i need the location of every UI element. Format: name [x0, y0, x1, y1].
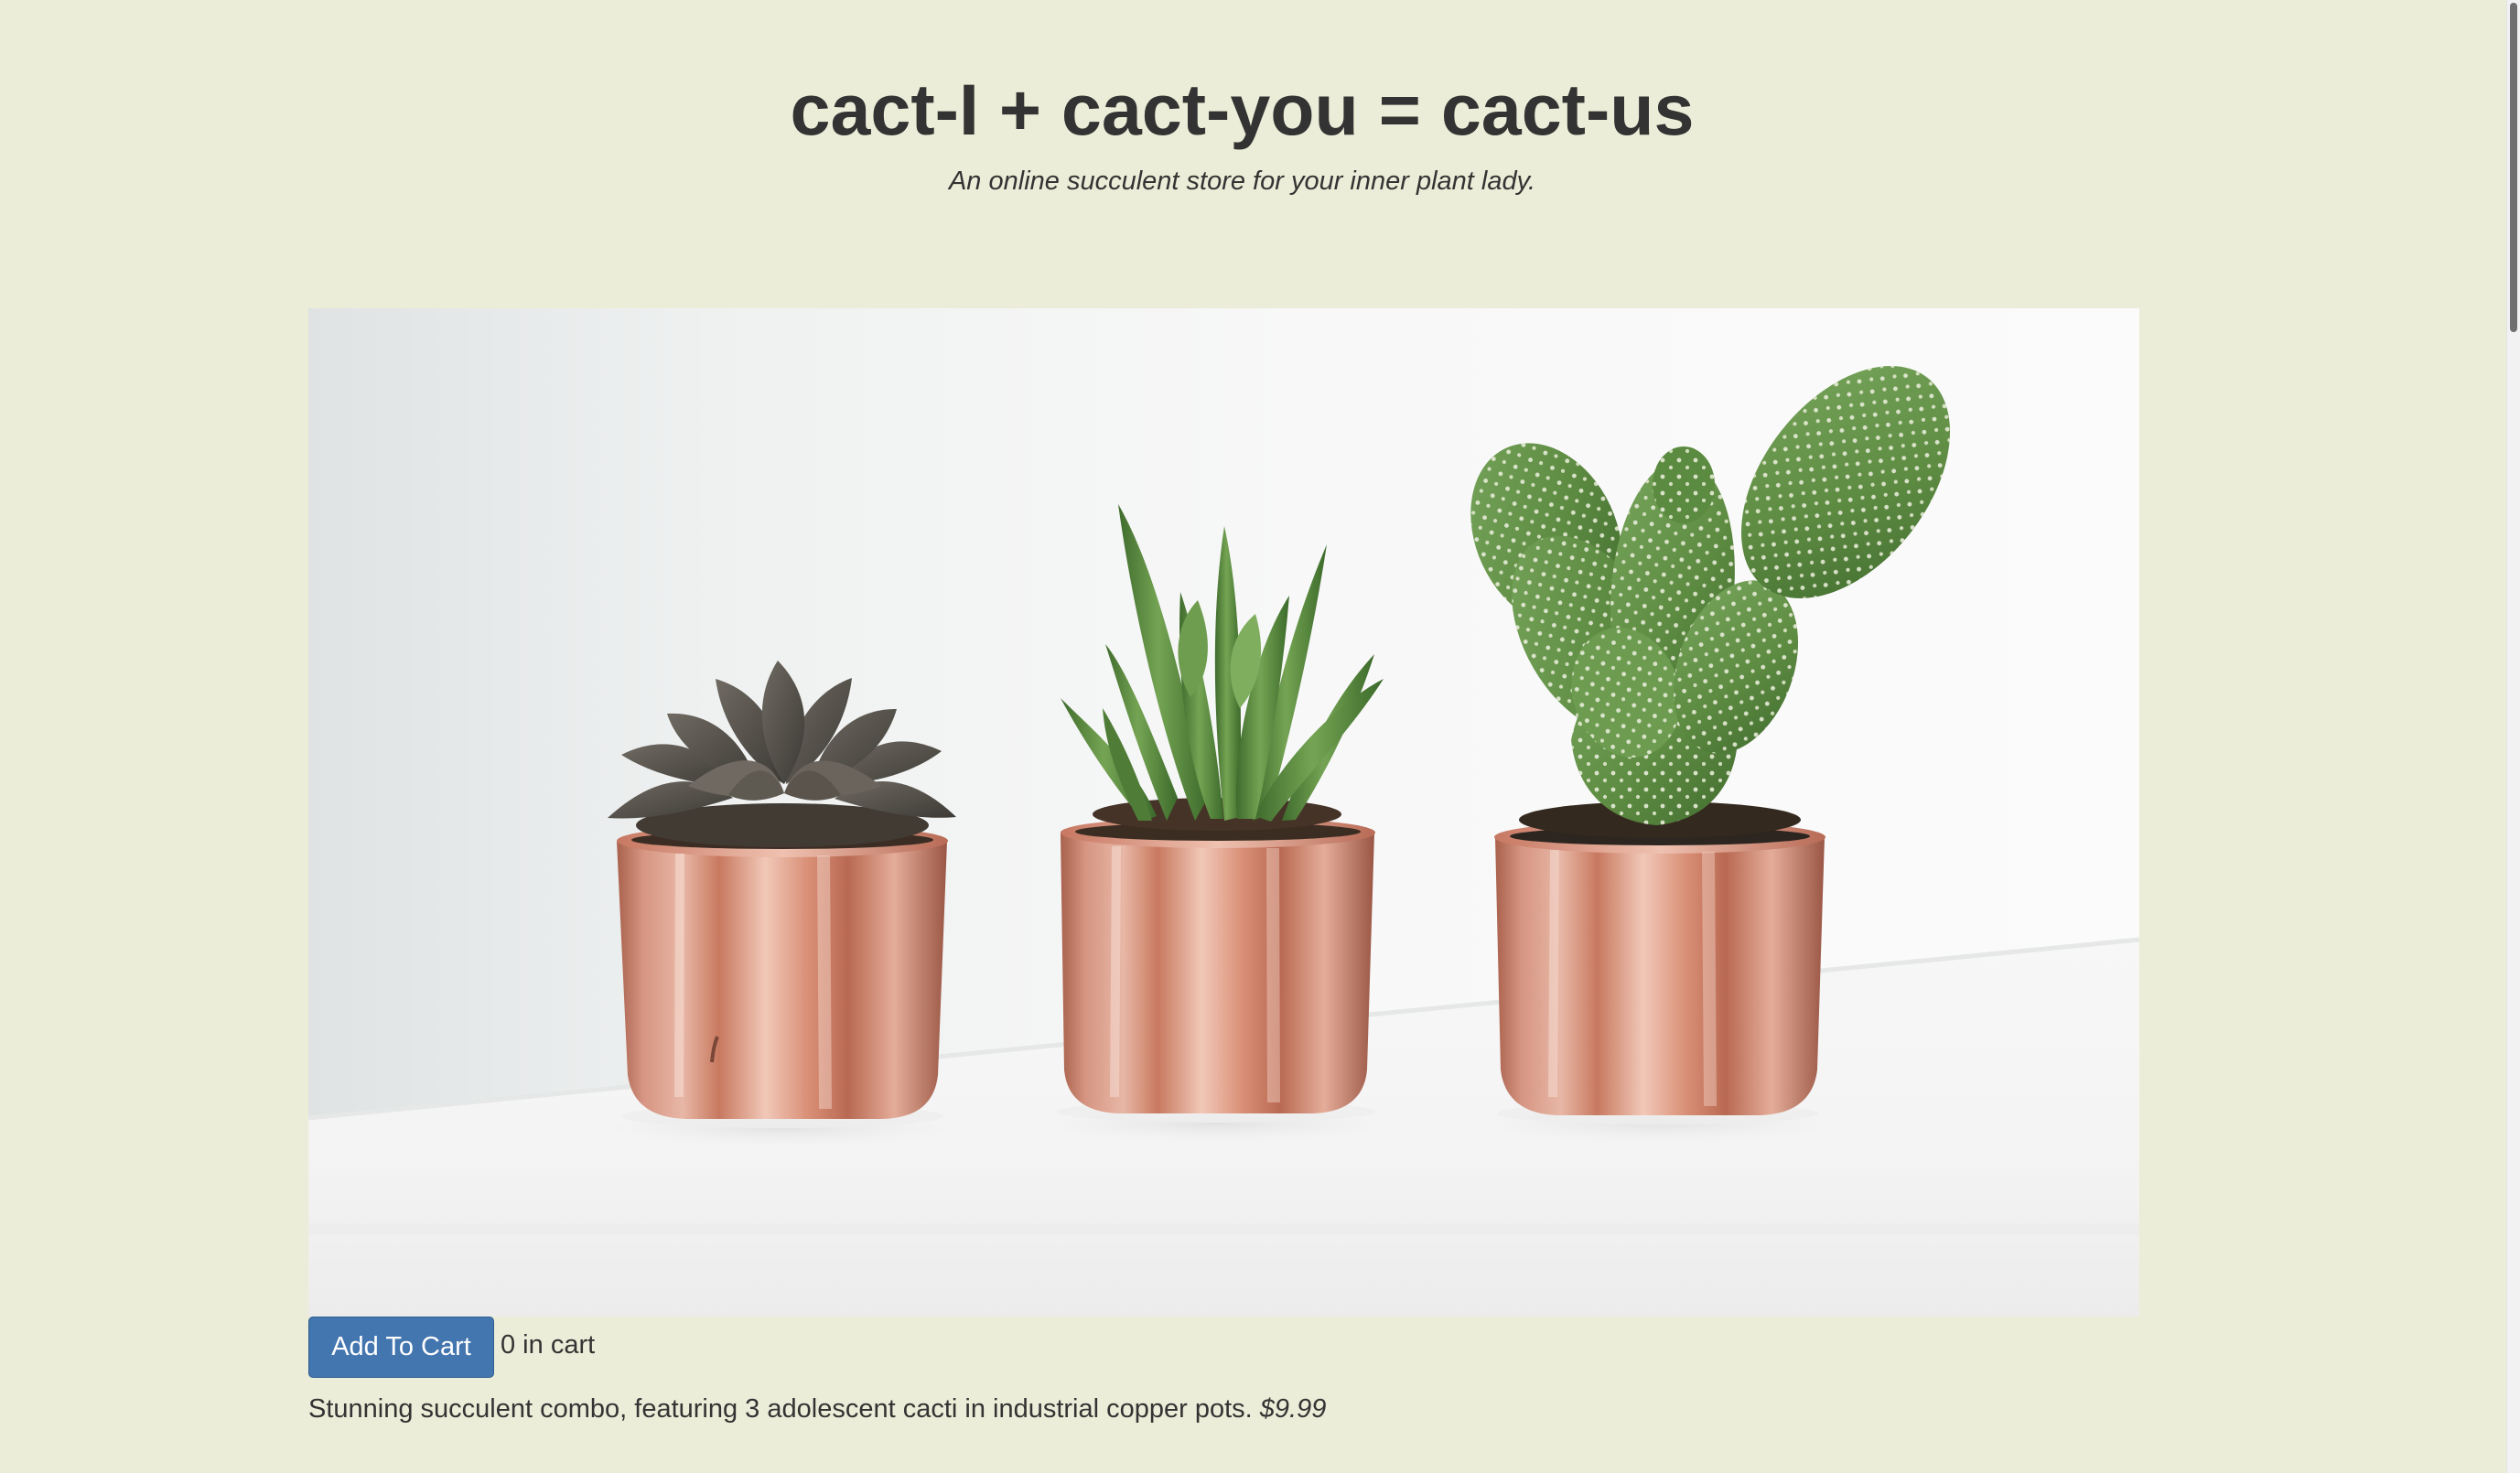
product-card: Add To Cart 0 in cart Stunning succulent…: [308, 308, 2139, 1424]
page-title: cact-I + cact-you = cact-us: [790, 69, 1695, 150]
page-subtitle: An online succulent store for your inner…: [948, 167, 1536, 196]
store-page: cact-I + cact-you = cact-us An online su…: [0, 0, 2507, 1473]
scrollbar-thumb[interactable]: [2510, 3, 2517, 332]
cart-controls: Add To Cart 0 in cart: [308, 1317, 595, 1378]
product-description: Stunning succulent combo, featuring 3 ad…: [308, 1394, 1253, 1424]
vertical-scrollbar[interactable]: [2506, 0, 2520, 1473]
product-price: $9.99: [1259, 1394, 1327, 1424]
add-to-cart-button[interactable]: Add To Cart: [308, 1317, 494, 1378]
product-image: [308, 308, 2139, 1317]
cart-count: 0 in cart: [501, 1329, 596, 1360]
product-description-line: Stunning succulent combo, featuring 3 ad…: [308, 1391, 2139, 1427]
